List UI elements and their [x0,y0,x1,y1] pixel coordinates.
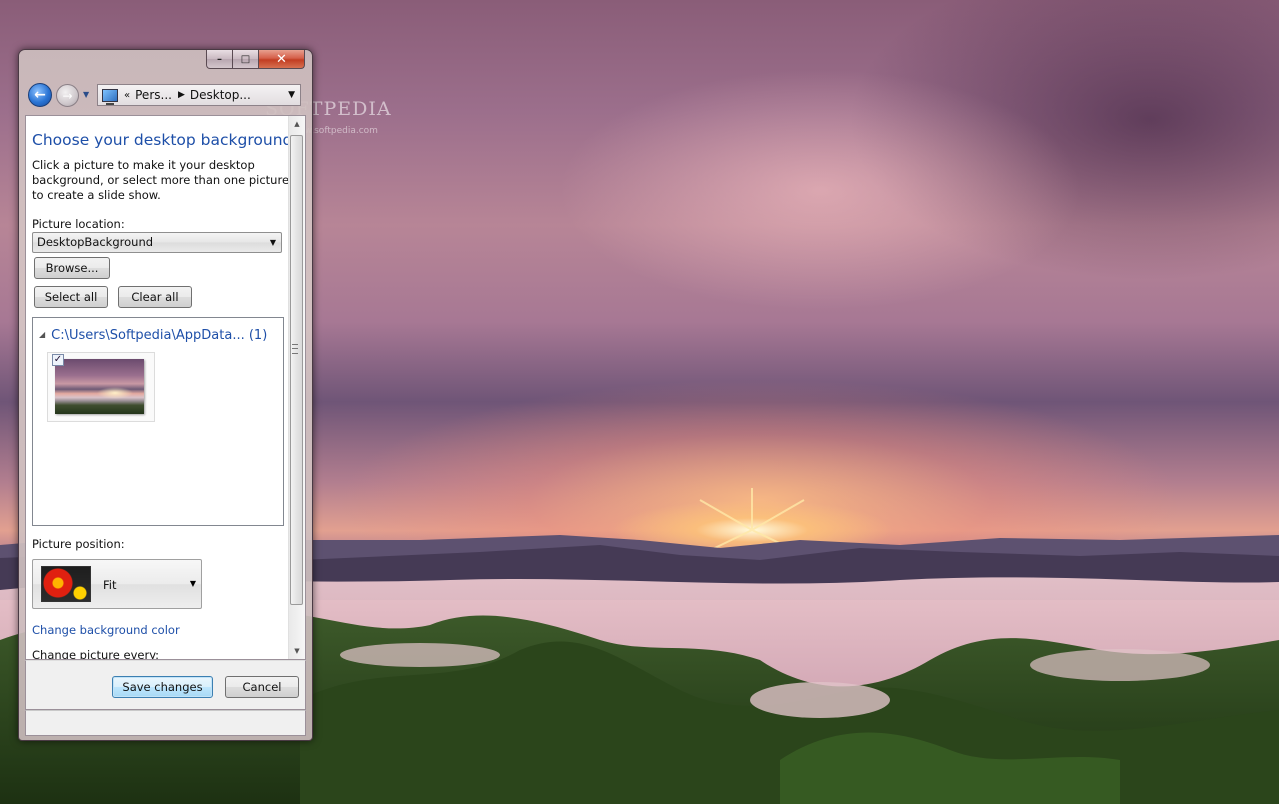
picture-location-select[interactable]: DesktopBackground ▼ [32,232,282,253]
chevron-down-icon: ▼ [189,579,196,588]
scroll-down-icon[interactable]: ▼ [289,643,305,659]
content-pane: Choose your desktop background Click a p… [25,115,306,660]
personalization-window: – □ ✕ ← → ▼ « Pers... ▶ Desktop... ▼ Cho… [18,49,313,741]
back-arrow-icon[interactable]: ← [28,83,52,107]
picture-position-select[interactable]: Fit ▼ [32,559,202,609]
clear-all-button[interactable]: Clear all [118,286,192,308]
picture-location-label: Picture location: [32,217,125,231]
picture-list[interactable]: ◢ C:\Users\Softpedia\AppData... (1) ✓ [32,317,284,526]
dialog-footer: Save changes Cancel [25,660,306,710]
address-dropdown-icon[interactable]: ▼ [288,90,295,100]
change-picture-every-label: Change picture every: [32,648,160,660]
control-panel-icon [102,88,118,105]
change-background-color-link[interactable]: Change background color [32,623,180,637]
caption-buttons: – □ ✕ [206,50,305,69]
save-changes-button[interactable]: Save changes [112,676,213,698]
recent-pages-chevron-icon[interactable]: ▼ [83,90,89,99]
cancel-button[interactable]: Cancel [225,676,299,698]
picture-group-path: C:\Users\Softpedia\AppData... (1) [51,328,268,343]
collapse-chevron-icon[interactable]: ◢ [39,330,45,339]
picture-location-value: DesktopBackground [37,235,154,249]
browse-button[interactable]: Browse... [34,257,110,279]
picture-group-header[interactable]: ◢ C:\Users\Softpedia\AppData... (1) [39,328,267,343]
maximize-button[interactable]: □ [233,50,259,69]
thumbnail-checkbox[interactable]: ✓ [52,354,64,366]
scrollbar-thumb[interactable] [290,135,303,605]
breadcrumb-overflow[interactable]: « [124,90,130,101]
fit-preview-icon [41,566,91,602]
page-description: Click a picture to make it your desktop … [32,158,290,202]
picture-position-value: Fit [103,578,117,592]
scroll-up-icon[interactable]: ▲ [289,116,305,132]
chevron-down-icon: ▼ [269,238,276,247]
picture-thumbnail-tile[interactable]: ✓ [47,352,155,422]
status-bar [25,710,306,736]
forward-arrow-icon[interactable]: → [56,84,79,107]
picture-thumbnail[interactable] [55,359,144,414]
picture-position-label: Picture position: [32,537,125,551]
minimize-button[interactable]: – [206,50,233,69]
close-button[interactable]: ✕ [259,50,305,69]
address-bar[interactable]: « Pers... ▶ Desktop... ▼ [97,84,301,106]
breadcrumb-arrow-icon[interactable]: ▶ [178,90,185,100]
page-title: Choose your desktop background [32,131,293,149]
breadcrumb-personalization[interactable]: Pers... [135,88,172,102]
scrollbar-grip-icon [292,344,298,354]
breadcrumb-desktop-background[interactable]: Desktop... [190,88,251,102]
select-all-button[interactable]: Select all [34,286,108,308]
vertical-scrollbar[interactable]: ▲ ▼ [288,116,305,659]
